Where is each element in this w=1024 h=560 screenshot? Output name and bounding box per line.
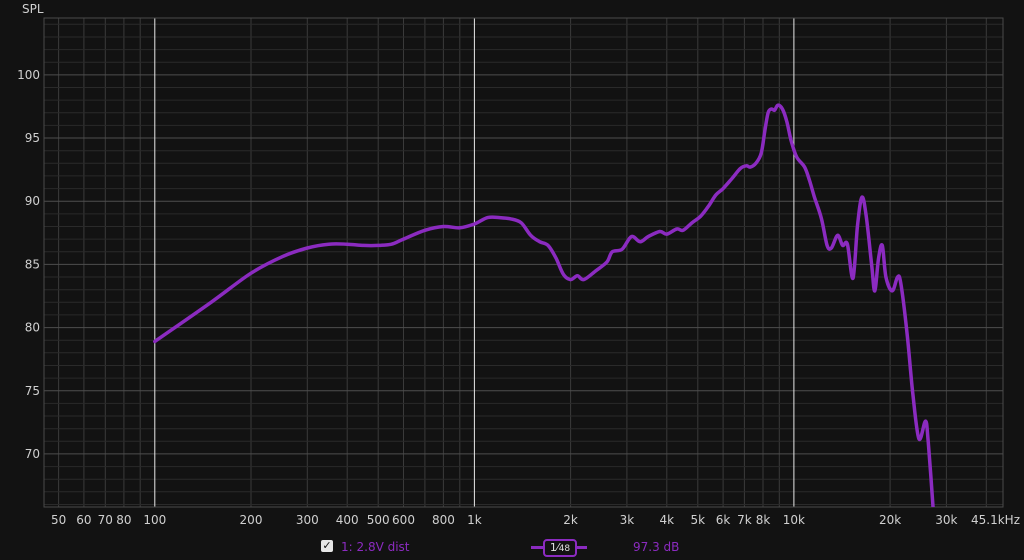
series-smoothing-swatch[interactable]: 1⁄48 xyxy=(531,539,587,557)
x-tick-label: 10k xyxy=(783,513,805,527)
smoothing-denominator: 48 xyxy=(558,544,571,554)
legend-bar: ✓ 1: 2.8V dist 1⁄48 97.3 dB xyxy=(0,538,1024,558)
y-axis-ticks: 70 75 80 85 90 95 100 xyxy=(17,68,40,461)
x-tick-label: 500 xyxy=(367,513,390,527)
x-tick-label: 45.1kHz xyxy=(971,513,1020,527)
y-axis-label: SPL xyxy=(22,2,44,16)
y-tick-label: 75 xyxy=(25,384,40,398)
y-tick-label: 95 xyxy=(25,131,40,145)
x-tick-label: 6k xyxy=(716,513,731,527)
smoothing-numerator: 1 xyxy=(549,541,557,554)
smoothing-badge: 1⁄48 xyxy=(543,539,577,557)
cursor-value-readout: 97.3 dB xyxy=(633,540,680,554)
series-label[interactable]: 1: 2.8V dist xyxy=(341,540,410,554)
frequency-response-chart: 50 60 70 80 100 200 300 400 500 600 800 1k 2k 3k 4k 5k 6… xyxy=(17,2,1020,527)
x-tick-label: 100 xyxy=(143,513,166,527)
series-visibility-checkbox[interactable]: ✓ xyxy=(321,540,333,552)
x-tick-label: 800 xyxy=(432,513,455,527)
minor-grid xyxy=(44,18,1003,507)
y-tick-label: 90 xyxy=(25,194,40,208)
x-tick-label: 2k xyxy=(563,513,578,527)
x-tick-label: 50 xyxy=(51,513,66,527)
x-tick-label: 60 xyxy=(76,513,91,527)
y-tick-label: 85 xyxy=(25,257,40,271)
x-tick-label: 30k xyxy=(935,513,957,527)
x-tick-label: 300 xyxy=(296,513,319,527)
x-tick-label: 1k xyxy=(467,513,482,527)
x-tick-label: 600 xyxy=(392,513,415,527)
x-tick-label: 20k xyxy=(879,513,901,527)
plot-border xyxy=(43,17,1004,508)
series-line xyxy=(153,103,935,507)
y-tick-label: 70 xyxy=(25,447,40,461)
x-tick-label: 3k xyxy=(620,513,635,527)
y-tick-label: 100 xyxy=(17,68,40,82)
series-group xyxy=(153,103,935,507)
x-tick-label: 70 xyxy=(98,513,113,527)
x-tick-label: 5k xyxy=(691,513,706,527)
x-axis-ticks: 50 60 70 80 100 200 300 400 500 600 800 1k 2k 3k 4k 5k 6… xyxy=(51,513,1020,527)
x-tick-label: 8k xyxy=(756,513,771,527)
y-tick-label: 80 xyxy=(25,321,40,335)
x-tick-label: 7k xyxy=(737,513,752,527)
x-tick-label: 200 xyxy=(240,513,263,527)
x-tick-label: 80 xyxy=(116,513,131,527)
x-tick-label: 4k xyxy=(660,513,675,527)
x-tick-label: 400 xyxy=(336,513,359,527)
